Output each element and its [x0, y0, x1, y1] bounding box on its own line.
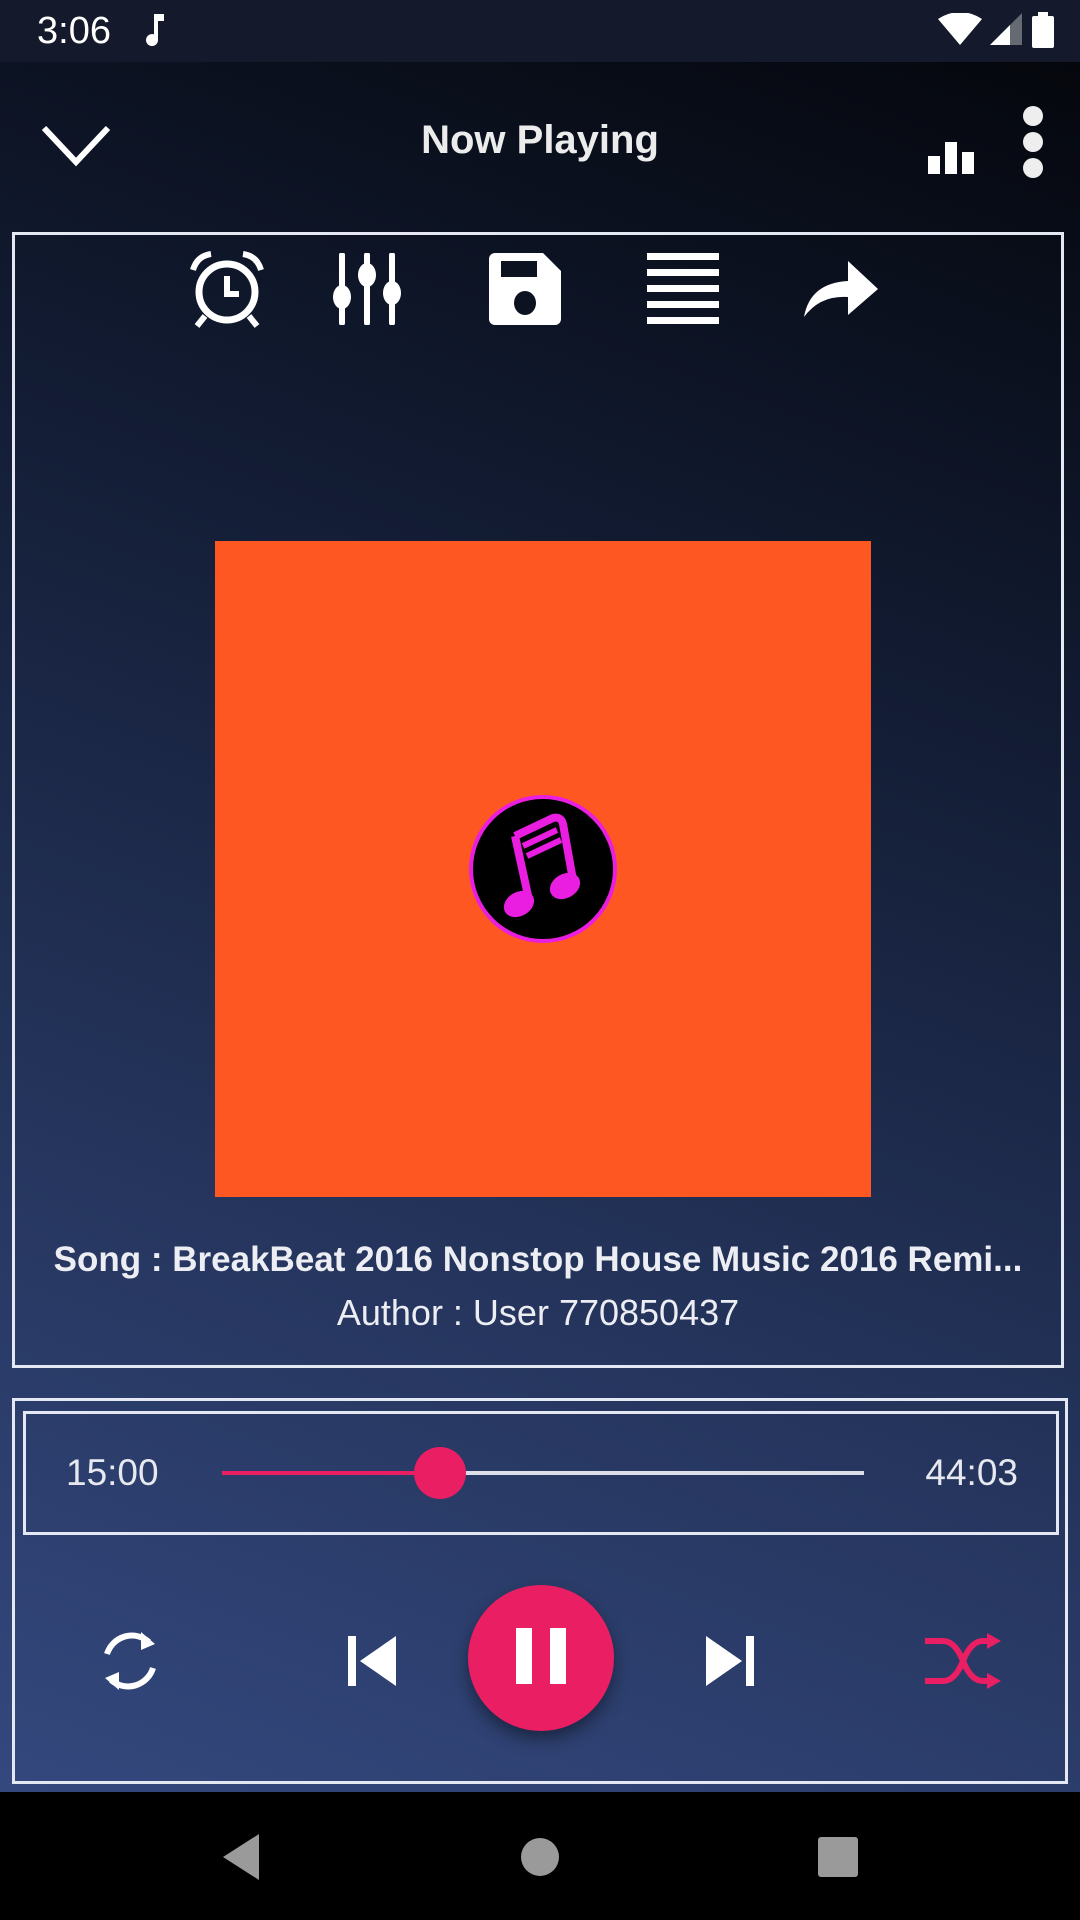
toolbar: Now Playing	[0, 62, 1080, 227]
skip-next-icon[interactable]	[689, 1621, 769, 1701]
current-time: 15:00	[66, 1452, 159, 1493]
status-bar: 3:06	[0, 0, 1080, 62]
seek-bar-container: 15:00 44:03	[23, 1411, 1059, 1535]
floppy-disk-icon[interactable]	[485, 249, 565, 329]
music-note-icon	[144, 12, 168, 53]
playback-controls	[15, 1581, 1065, 1731]
alarm-clock-icon[interactable]	[187, 249, 267, 329]
list-icon[interactable]	[643, 249, 723, 329]
bar-chart-icon[interactable]	[928, 138, 978, 179]
seek-bar-thumb[interactable]	[414, 1447, 467, 1499]
album-badge	[469, 795, 617, 943]
more-vert-icon[interactable]	[1018, 106, 1048, 183]
sliders-icon[interactable]	[327, 249, 407, 329]
pause-icon	[516, 1627, 566, 1689]
seek-bar-progress	[222, 1471, 441, 1475]
seek-bar[interactable]	[222, 1447, 864, 1499]
song-title: Song : BreakBeat 2016 Nonstop House Musi…	[53, 1240, 1023, 1279]
total-time: 44:03	[925, 1452, 1018, 1493]
music-notes-icon	[495, 812, 591, 927]
album-art	[215, 541, 871, 1197]
signal-icon	[990, 13, 1024, 52]
wifi-icon	[938, 12, 982, 52]
skip-previous-icon[interactable]	[333, 1621, 413, 1701]
player-controls-panel: 15:00 44:03	[12, 1398, 1068, 1784]
shuffle-icon[interactable]	[923, 1621, 1003, 1701]
system-nav-bar	[0, 1792, 1080, 1920]
status-time: 3:06	[37, 10, 111, 52]
song-author: Author : User 770850437	[336, 1292, 740, 1333]
share-arrow-icon[interactable]	[801, 249, 881, 329]
action-bar	[187, 249, 927, 329]
battery-icon	[1032, 12, 1054, 53]
repeat-icon[interactable]	[90, 1621, 170, 1701]
track-info-panel: Song : BreakBeat 2016 Nonstop House Musi…	[12, 232, 1064, 1368]
page-title: Now Playing	[421, 118, 659, 162]
nav-recents-icon[interactable]	[803, 1822, 873, 1892]
nav-back-icon[interactable]	[206, 1822, 276, 1892]
pause-button[interactable]	[468, 1585, 614, 1731]
nav-home-icon[interactable]	[505, 1822, 575, 1892]
now-playing-screen: Now Playing Song: BreakBeat 2016 Nonsto…	[0, 62, 1080, 1792]
